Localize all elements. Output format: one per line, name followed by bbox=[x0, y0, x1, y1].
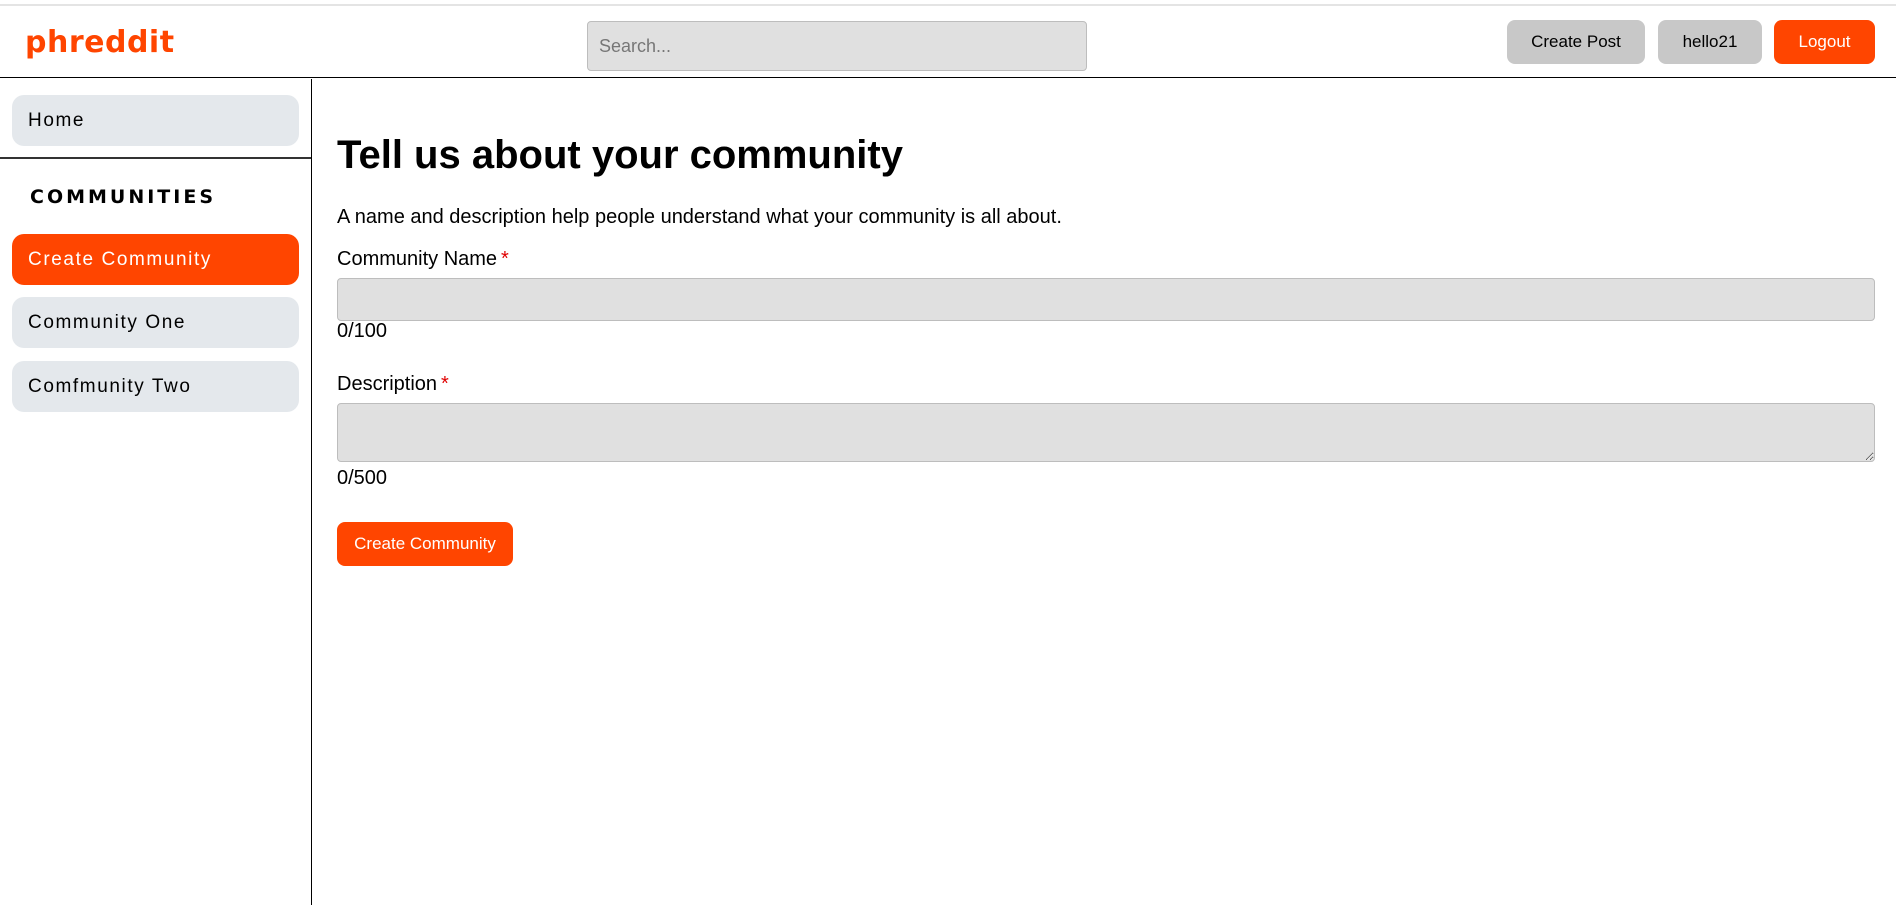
required-marker: * bbox=[441, 373, 449, 395]
logout-button[interactable]: Logout bbox=[1774, 20, 1875, 64]
create-community-submit-button[interactable]: Create Community bbox=[337, 522, 513, 566]
required-marker: * bbox=[501, 248, 509, 270]
community-name-input[interactable] bbox=[337, 278, 1875, 321]
sidebar: Home COMMUNITIES Create Community Commun… bbox=[0, 79, 312, 905]
sidebar-item-home[interactable]: Home bbox=[12, 95, 299, 146]
top-header: phreddit Create Post hello21 Logout bbox=[0, 6, 1896, 78]
sidebar-item-community[interactable]: Community One bbox=[12, 297, 299, 348]
page-subtitle: A name and description help people under… bbox=[337, 206, 1062, 228]
sidebar-item-create-community[interactable]: Create Community bbox=[12, 234, 299, 285]
community-name-label-text: Community Name bbox=[337, 248, 498, 270]
communities-heading: COMMUNITIES bbox=[30, 186, 217, 208]
description-label: Description * bbox=[337, 373, 449, 396]
user-profile-button[interactable]: hello21 bbox=[1658, 20, 1762, 64]
create-post-button[interactable]: Create Post bbox=[1507, 20, 1645, 64]
description-counter: 0/500 bbox=[337, 467, 388, 489]
main-content: Tell us about your community A name and … bbox=[313, 79, 1896, 905]
search-input[interactable] bbox=[587, 21, 1087, 71]
description-textarea[interactable] bbox=[337, 403, 1875, 462]
description-label-text: Description bbox=[337, 373, 438, 395]
page-title: Tell us about your community bbox=[337, 133, 903, 177]
sidebar-item-community[interactable]: Comfmunity Two bbox=[12, 361, 299, 412]
community-name-label: Community Name * bbox=[337, 248, 509, 271]
community-name-counter: 0/100 bbox=[337, 320, 388, 342]
sidebar-divider bbox=[0, 157, 311, 159]
app-logo[interactable]: phreddit bbox=[25, 25, 175, 60]
